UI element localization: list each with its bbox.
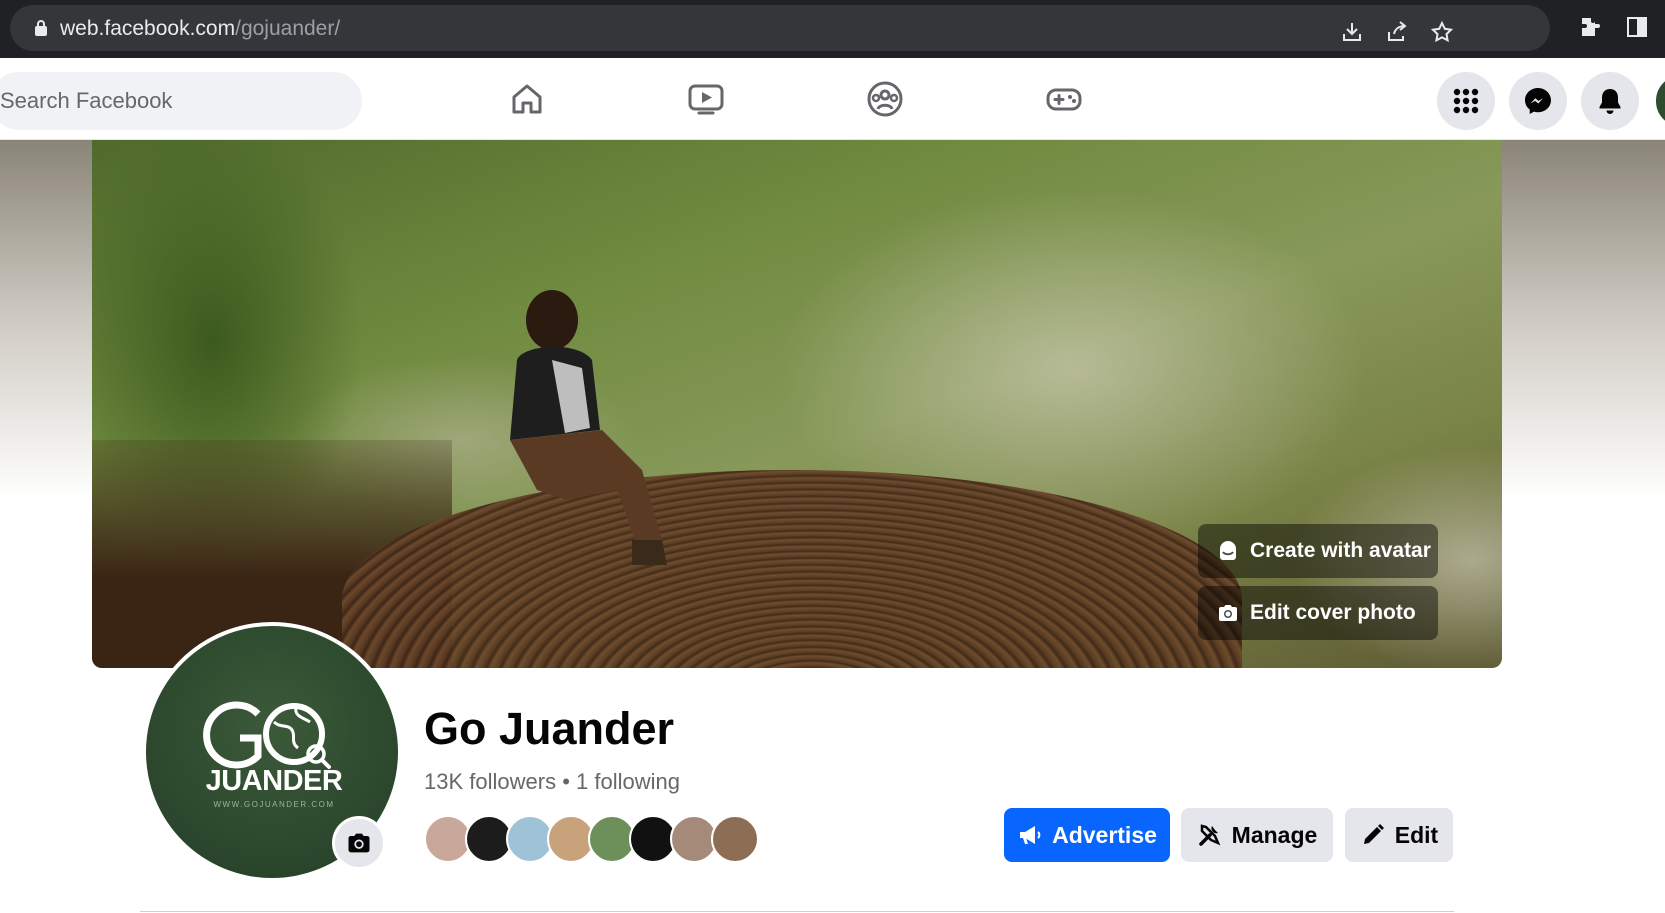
profile-divider bbox=[140, 911, 1454, 912]
menu-grid-button[interactable] bbox=[1437, 72, 1495, 130]
url-text[interactable]: web.facebook.com/gojuander/ bbox=[60, 17, 340, 41]
advertise-button[interactable]: Advertise bbox=[1004, 808, 1170, 862]
extensions-icon[interactable] bbox=[1578, 15, 1602, 39]
grid-menu-icon bbox=[1453, 88, 1479, 114]
follower-avatars bbox=[424, 815, 784, 863]
create-with-avatar-label: Create with avatar bbox=[1250, 539, 1431, 562]
browser-toolbar: web.facebook.com/gojuander/ bbox=[0, 0, 1665, 58]
install-app-icon[interactable] bbox=[1340, 20, 1364, 44]
cover-person-figure bbox=[510, 290, 667, 565]
share-icon[interactable] bbox=[1385, 20, 1409, 44]
camera-icon bbox=[1219, 605, 1237, 621]
megaphone-icon bbox=[1020, 826, 1041, 844]
facebook-header bbox=[0, 58, 1665, 140]
bell-icon bbox=[1599, 89, 1621, 114]
side-panel-icon[interactable] bbox=[1625, 15, 1649, 39]
svg-text:WWW.GOJUANDER.COM: WWW.GOJUANDER.COM bbox=[213, 800, 334, 809]
search-input[interactable] bbox=[0, 72, 350, 130]
url-path: /gojuander/ bbox=[235, 17, 341, 40]
groups-icon[interactable] bbox=[866, 80, 904, 118]
messenger-icon bbox=[1525, 88, 1551, 114]
pencil-icon bbox=[1363, 824, 1384, 844]
following-count[interactable]: 1 following bbox=[576, 769, 680, 794]
update-profile-picture-button[interactable] bbox=[332, 816, 386, 870]
bookmark-star-icon[interactable] bbox=[1430, 20, 1454, 44]
edit-cover-photo-button[interactable]: Edit cover photo bbox=[1198, 586, 1438, 640]
edit-cover-photo-label: Edit cover photo bbox=[1250, 601, 1416, 624]
url-host: web.facebook.com bbox=[60, 17, 236, 40]
manage-button[interactable]: Manage bbox=[1181, 808, 1333, 862]
edit-button[interactable]: Edit bbox=[1345, 808, 1453, 862]
page-title: Go Juander bbox=[424, 703, 675, 754]
account-avatar[interactable] bbox=[1653, 72, 1665, 130]
address-bar[interactable]: web.facebook.com/gojuander/ bbox=[10, 5, 1550, 51]
cover-photo[interactable]: Create with avatar Edit cover photo bbox=[92, 140, 1502, 668]
tools-icon bbox=[1198, 824, 1221, 846]
avatar-face-icon bbox=[1220, 541, 1236, 560]
edit-label: Edit bbox=[1394, 821, 1439, 848]
camera-icon bbox=[348, 833, 370, 853]
watch-video-icon[interactable] bbox=[687, 80, 725, 118]
search-bar[interactable] bbox=[0, 72, 362, 130]
create-with-avatar-button[interactable]: Create with avatar bbox=[1198, 524, 1438, 578]
follower-avatar[interactable] bbox=[711, 815, 759, 863]
messenger-button[interactable] bbox=[1509, 72, 1567, 130]
gaming-icon[interactable] bbox=[1045, 80, 1083, 118]
svg-text:JUANDER: JUANDER bbox=[206, 765, 343, 797]
manage-label: Manage bbox=[1231, 821, 1318, 848]
home-icon[interactable] bbox=[508, 80, 546, 118]
follow-stats: 13K followers • 1 following bbox=[424, 769, 680, 795]
notifications-button[interactable] bbox=[1581, 72, 1639, 130]
followers-count[interactable]: 13K followers bbox=[424, 769, 556, 794]
cover-nest bbox=[342, 470, 1242, 668]
lock-icon[interactable] bbox=[34, 19, 48, 37]
advertise-label: Advertise bbox=[1052, 821, 1157, 848]
stats-separator: • bbox=[556, 769, 577, 794]
